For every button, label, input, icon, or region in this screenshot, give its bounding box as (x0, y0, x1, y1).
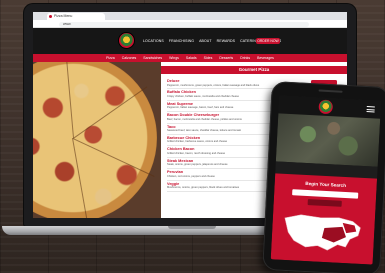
menu-item-description: Grilled chicken, barbecue sauce, onions … (167, 140, 228, 144)
menu-item-name: Bacon Double Cheeseburger (167, 113, 220, 118)
menu-item-name: Barbecue Chicken (167, 135, 201, 140)
category-sandwiches[interactable]: Sandwiches (143, 56, 162, 60)
site-logo[interactable] (119, 33, 134, 48)
mobile-hero-image (275, 113, 381, 167)
menu-item-description: Crispy chicken, buffalo sauce, mozzarell… (167, 94, 239, 98)
menu-item-description: Pepperoni, mushrooms, green peppers, oni… (167, 83, 260, 87)
menu-section-title: Gourmet Pizza (161, 66, 347, 74)
category-desserts[interactable]: Desserts (219, 56, 233, 60)
menu-item-name: Steak Mexican (167, 158, 194, 163)
nav-locations[interactable]: LOCATIONS (143, 39, 164, 43)
address-bar[interactable]: www. (59, 21, 309, 27)
category-pizza[interactable]: Pizza (106, 56, 115, 60)
menu-item-name: Taco (167, 124, 176, 129)
phone-screen: Begin Your Search (270, 95, 382, 265)
browser-tab-title: Pizza Menu (54, 14, 73, 18)
category-nav: Pizza Calzones Sandwiches Wings Salads S… (33, 54, 347, 62)
category-beverages[interactable]: Beverages (257, 56, 274, 60)
browser-toolbar: www. (33, 20, 347, 28)
phone: Begin Your Search (262, 81, 385, 273)
nav-about[interactable]: ABOUT (199, 39, 212, 43)
laptop-notch (168, 226, 216, 229)
location-search-input[interactable] (292, 189, 359, 199)
menu-item-description: Pepperoni, Italian sausage, bacon, beef,… (167, 106, 234, 110)
menu-item-name: Peruvian (167, 170, 184, 175)
browser-tab[interactable]: Pizza Menu (47, 13, 105, 20)
favicon-icon (49, 15, 52, 18)
mobile-hero-text (297, 134, 359, 137)
browser-tab-strip: Pizza Menu (33, 12, 347, 20)
nav-rewards[interactable]: REWARDS (217, 39, 235, 43)
mobile-site-logo[interactable] (318, 99, 334, 115)
category-drinks[interactable]: Drinks (240, 56, 250, 60)
hamburger-menu-icon[interactable] (366, 106, 375, 113)
pizza-image (33, 62, 157, 218)
pizza-photo (33, 62, 161, 218)
nav-franchising[interactable]: FRANCHISING (169, 39, 194, 43)
search-title: Begin Your Search (305, 180, 347, 189)
category-wings[interactable]: Wings (169, 56, 179, 60)
menu-item-name: Chicken Bacon (167, 147, 195, 152)
menu-item-name: Meat Supreme (167, 101, 193, 106)
order-now-button[interactable]: ORDER NOW (256, 38, 280, 44)
category-sides[interactable]: Sides (204, 56, 213, 60)
category-salads[interactable]: Salads (186, 56, 197, 60)
us-map-icon[interactable] (279, 208, 367, 258)
phone-speaker (318, 89, 343, 93)
menu-item-description: Seasoned beef, taco sauce, cheddar chees… (167, 129, 242, 133)
menu-item-name: Deluxe (167, 79, 180, 83)
search-button[interactable] (307, 199, 342, 207)
location-search-section: Begin Your Search (270, 173, 378, 265)
site-header: LOCATIONS FRANCHISING ABOUT REWARDS CATE… (33, 28, 347, 54)
menu-item-description: Beef, bacon, mozzarella and cheddar chee… (167, 117, 242, 121)
menu-item-name: Buffalo Chicken (167, 90, 196, 95)
category-calzones[interactable]: Calzones (122, 56, 137, 60)
menu-item-name: Veggie (167, 181, 180, 186)
